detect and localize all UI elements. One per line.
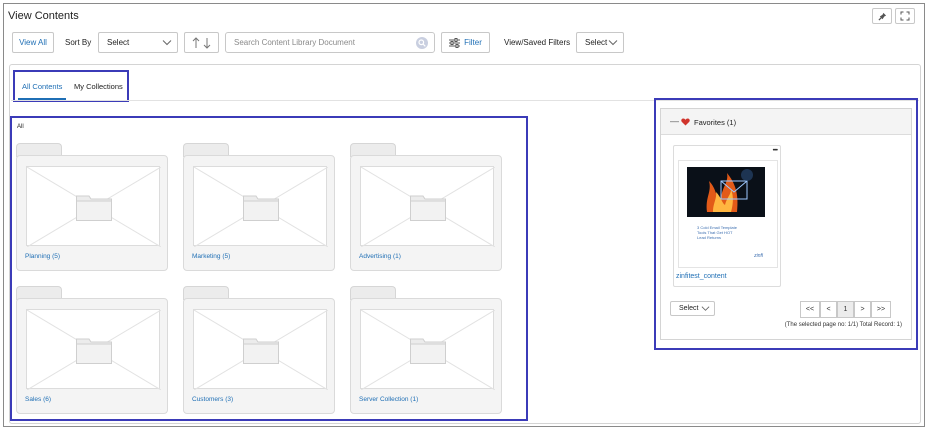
folder-thumbnail: [360, 166, 495, 247]
tab-my-collections[interactable]: My Collections: [74, 82, 123, 91]
card-menu-icon[interactable]: ••••: [773, 148, 779, 154]
folder-card[interactable]: Sales (6): [16, 286, 168, 414]
page-title: View Contents: [8, 10, 79, 22]
folder-label[interactable]: Server Collection (1): [359, 396, 418, 403]
pin-icon: [877, 12, 886, 21]
sort-down-icon: [203, 37, 211, 49]
sort-up-icon: [192, 36, 200, 48]
folder-card[interactable]: Advertising (1): [350, 143, 502, 271]
sort-order-button[interactable]: [184, 32, 219, 53]
folder-card[interactable]: Planning (5): [16, 143, 168, 271]
favorites-select[interactable]: Select: [670, 301, 715, 316]
folder-thumbnail: [193, 166, 328, 247]
filter-button[interactable]: Filter: [441, 32, 490, 53]
card-title[interactable]: zinfitest_content: [676, 273, 727, 280]
folder-thumbnail: [26, 309, 161, 390]
folder-thumbnail: [360, 309, 495, 390]
sort-by-label: Sort By: [65, 38, 92, 47]
filter-label: Filter: [464, 38, 482, 47]
chevron-down-icon: [608, 40, 618, 46]
heart-icon: [681, 118, 690, 126]
folder-label[interactable]: Marketing (5): [192, 253, 230, 260]
folder-body: Marketing (5): [183, 155, 335, 271]
thumbnail-image: [687, 167, 765, 217]
folders-heading: All: [17, 124, 24, 130]
chevron-down-icon: [162, 40, 172, 46]
pagination-prev[interactable]: <: [820, 301, 837, 318]
card-thumbnail: 3 Cold Email Template Tools That Get HOT…: [678, 160, 778, 268]
folder-body: Server Collection (1): [350, 298, 502, 414]
saved-filters-label: View/Saved Filters: [504, 38, 571, 47]
folder-body: Planning (5): [16, 155, 168, 271]
expand-icon: [900, 11, 910, 21]
tab-all-contents[interactable]: All Contents: [22, 82, 62, 91]
folder-label[interactable]: Sales (6): [25, 396, 51, 403]
collapse-icon[interactable]: —: [670, 116, 679, 126]
folder-icon: [243, 338, 279, 364]
folder-label[interactable]: Planning (5): [25, 253, 60, 260]
favorite-card[interactable]: •••• 3 Cold Email Template Tools That Ge…: [673, 145, 781, 287]
folder-thumbnail: [26, 166, 161, 247]
sort-select-value: Select: [107, 38, 130, 47]
chevron-down-icon: [701, 306, 710, 311]
search-icon[interactable]: [416, 37, 428, 49]
pagination-page[interactable]: 1: [837, 301, 854, 318]
pagination-first[interactable]: <<: [800, 301, 820, 318]
folder-label[interactable]: Advertising (1): [359, 253, 401, 260]
folder-body: Sales (6): [16, 298, 168, 414]
folder-icon: [410, 195, 446, 221]
record-info: (The selected page no: 1/1) Total Record…: [784, 322, 902, 328]
view-all-label: View All: [19, 38, 47, 47]
saved-filters-select[interactable]: Select: [576, 32, 624, 53]
favorites-select-value: Select: [679, 305, 699, 312]
folder-icon: [243, 195, 279, 221]
favorites-title: Favorites (1): [694, 118, 737, 127]
folder-body: Advertising (1): [350, 155, 502, 271]
folder-label[interactable]: Customers (3): [192, 396, 233, 403]
folder-card[interactable]: Customers (3): [183, 286, 335, 414]
filter-sliders-icon: [449, 37, 461, 48]
search-input[interactable]: Search Content Library Document: [225, 32, 435, 53]
sort-select[interactable]: Select: [98, 32, 178, 53]
fullscreen-button[interactable]: [895, 8, 915, 24]
folder-thumbnail: [193, 309, 328, 390]
folder-icon: [410, 338, 446, 364]
saved-filters-value: Select: [585, 38, 608, 47]
thumb-brand: zinfi: [754, 253, 763, 259]
view-all-button[interactable]: View All: [12, 32, 54, 53]
folder-icon: [76, 195, 112, 221]
pin-button[interactable]: [872, 8, 892, 24]
thumb-line: Lead Returns: [697, 235, 722, 240]
pagination-last[interactable]: >>: [871, 301, 891, 318]
folder-card[interactable]: Server Collection (1): [350, 286, 502, 414]
folder-body: Customers (3): [183, 298, 335, 414]
favorites-panel: — Favorites (1) •••• 3 Cold Email Templa…: [660, 108, 912, 340]
folder-card[interactable]: Marketing (5): [183, 143, 335, 271]
folder-icon: [76, 338, 112, 364]
favorites-header[interactable]: — Favorites (1): [661, 109, 911, 135]
search-placeholder: Search Content Library Document: [234, 38, 355, 47]
pagination-next[interactable]: >: [854, 301, 871, 318]
